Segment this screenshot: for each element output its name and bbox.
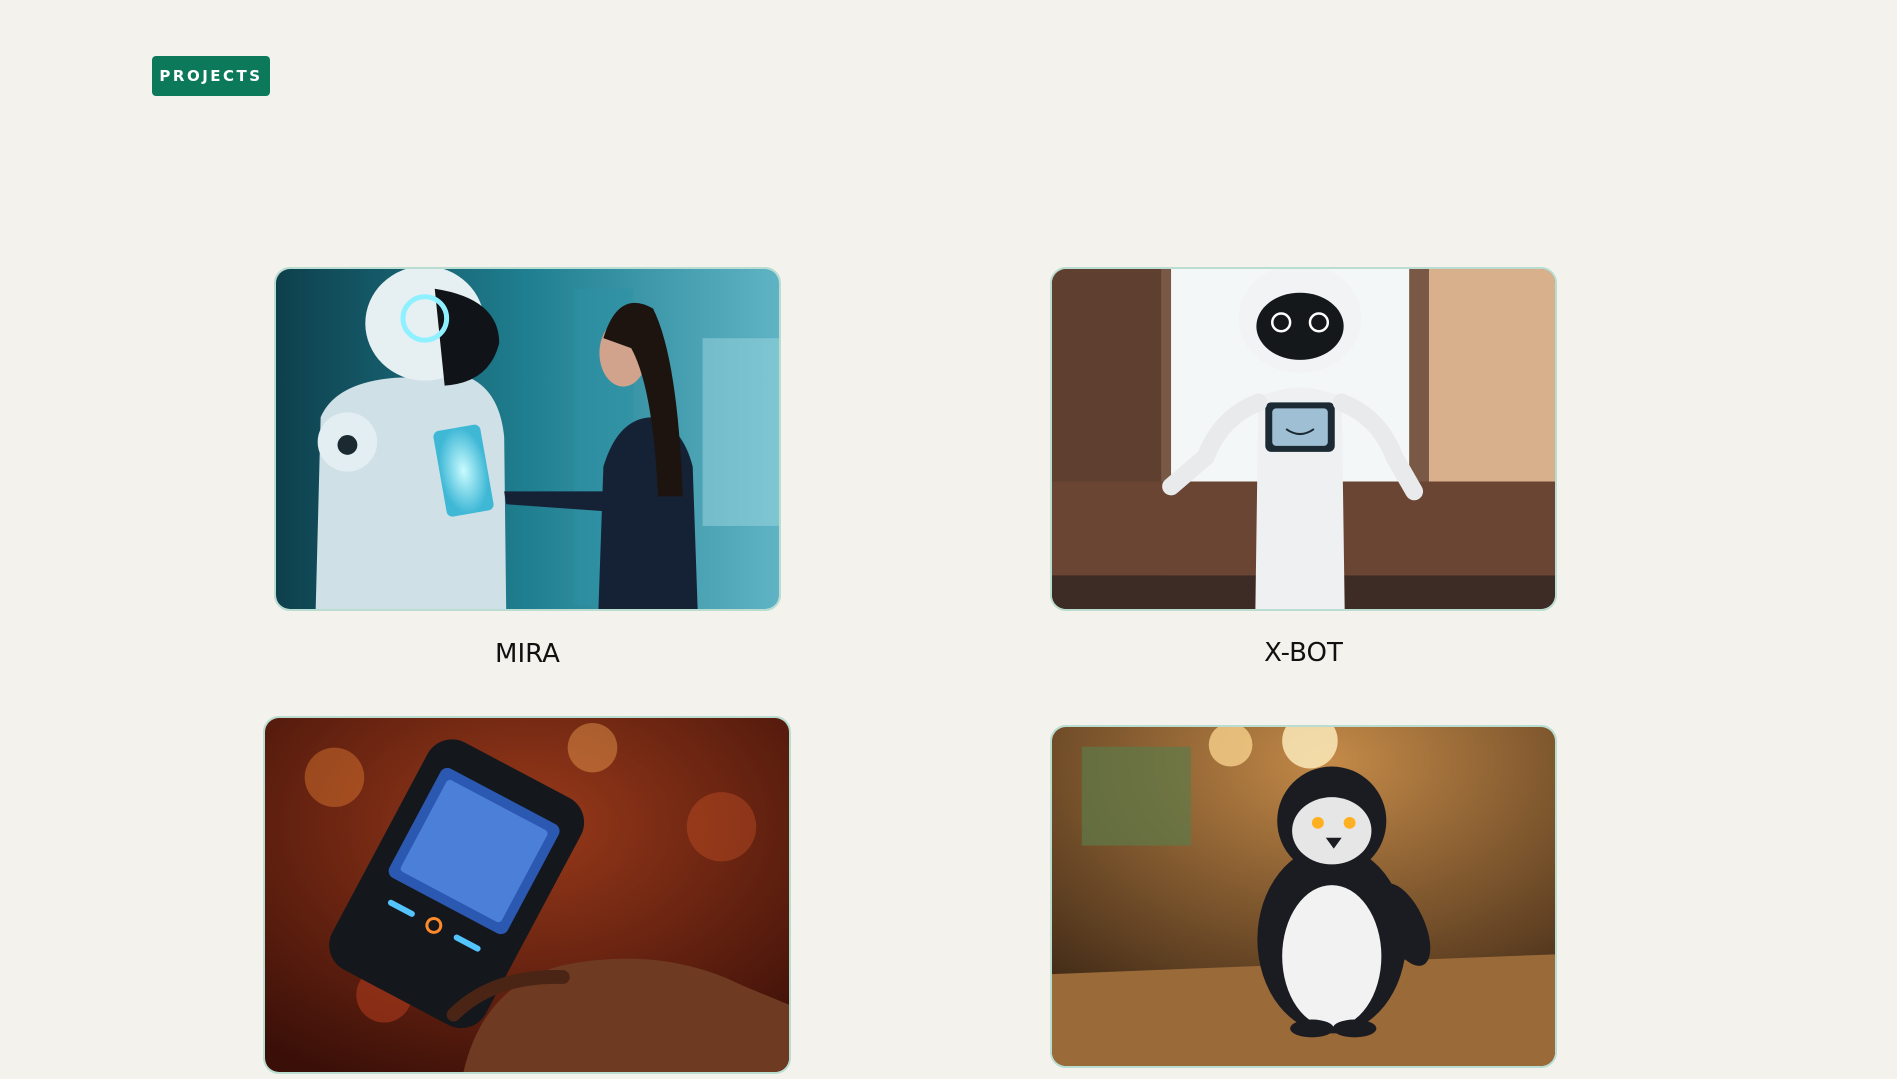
project-card-device[interactable] — [263, 716, 791, 1074]
project-title-x-bot[interactable]: X-BOT — [1050, 638, 1557, 668]
projects-page: PROJECTS MIRA X-BOT — [0, 0, 1897, 1079]
service-robot-image — [1052, 269, 1555, 609]
penguin-robot-image — [1052, 727, 1555, 1066]
project-card-penguin[interactable] — [1050, 725, 1557, 1068]
project-card-x-bot[interactable] — [1050, 267, 1557, 611]
projects-badge: PROJECTS — [152, 56, 270, 96]
humanoid-robot-image — [276, 269, 779, 609]
project-title-mira[interactable]: MIRA — [274, 639, 781, 669]
project-card-mira[interactable] — [274, 267, 781, 611]
handheld-device-image — [265, 718, 789, 1072]
